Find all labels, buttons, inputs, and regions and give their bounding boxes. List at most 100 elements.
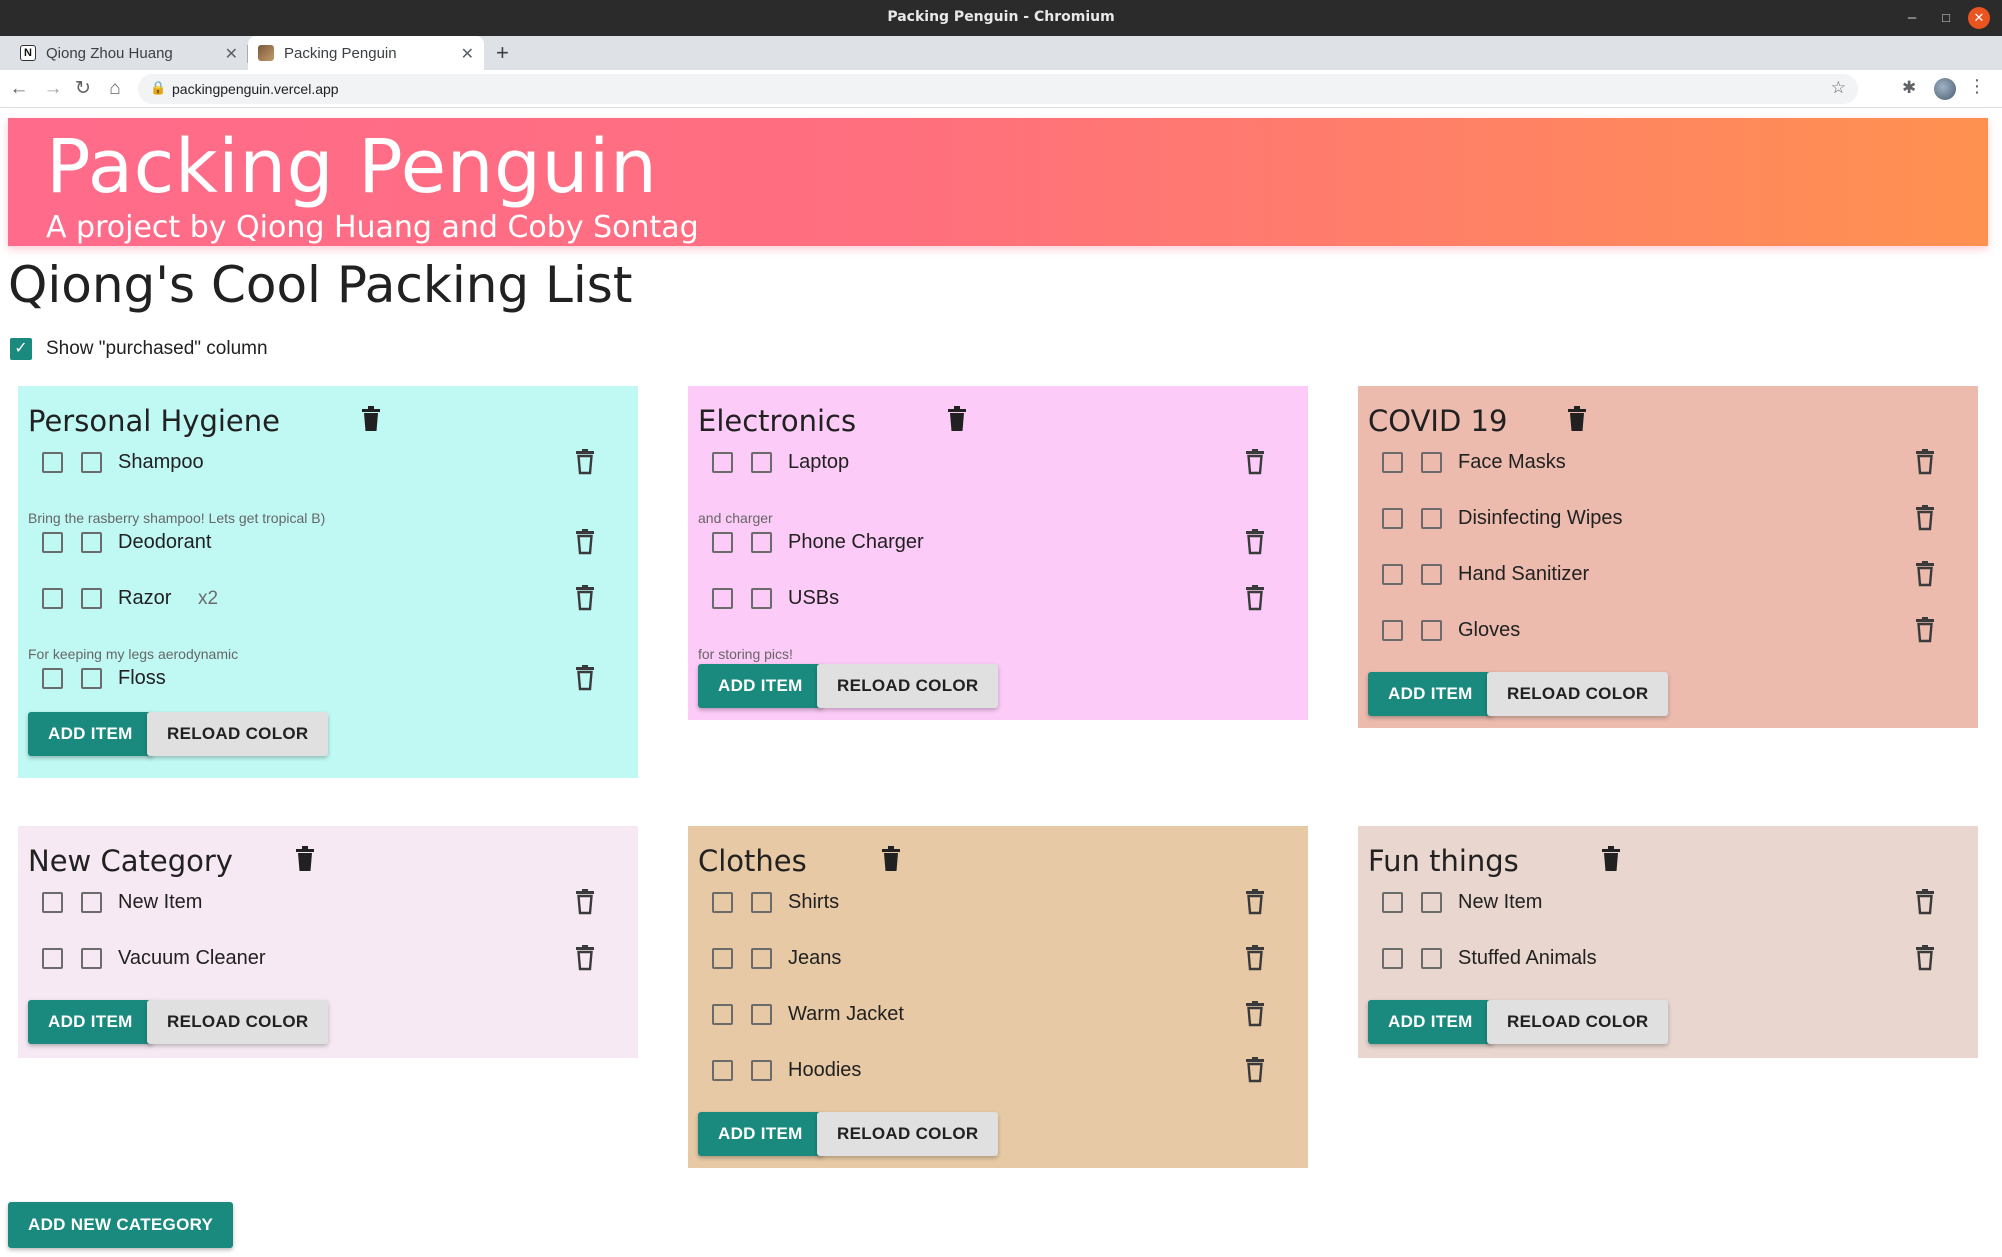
purchased-checkbox[interactable] [1421,508,1442,529]
reload-color-button[interactable]: RELOAD COLOR [147,1000,329,1044]
purchased-checkbox[interactable] [751,892,772,913]
delete-item-trash-icon[interactable] [1244,449,1266,475]
item-name[interactable]: New Item [118,891,202,914]
home-icon[interactable]: ⌂ [102,76,128,102]
item-name[interactable]: Hoodies [788,1059,861,1082]
delete-category-trash-icon[interactable] [360,406,382,432]
delete-item-trash-icon[interactable] [1914,505,1936,531]
purchased-checkbox[interactable] [751,1060,772,1081]
delete-item-trash-icon[interactable] [1244,1057,1266,1083]
item-name[interactable]: Jeans [788,947,841,970]
purchased-checkbox[interactable] [751,588,772,609]
packed-checkbox[interactable] [712,452,733,473]
delete-item-trash-icon[interactable] [1244,529,1266,555]
add-item-button[interactable]: ADD ITEM [698,664,823,708]
item-name[interactable]: Deodorant [118,531,211,554]
item-name[interactable]: Disinfecting Wipes [1458,507,1623,530]
packed-checkbox[interactable] [712,532,733,553]
add-item-button[interactable]: ADD ITEM [1368,672,1493,716]
add-item-button[interactable]: ADD ITEM [28,712,153,756]
item-name[interactable]: New Item [1458,891,1542,914]
address-bar[interactable]: 🔒 packingpenguin.vercel.app ☆ [138,74,1858,104]
purchased-checkbox[interactable] [1421,892,1442,913]
packed-checkbox[interactable] [1382,948,1403,969]
packed-checkbox[interactable] [1382,564,1403,585]
close-tab-icon[interactable]: ✕ [461,44,474,64]
delete-item-trash-icon[interactable] [1914,889,1936,915]
purchased-checkbox[interactable] [751,532,772,553]
delete-item-trash-icon[interactable] [1244,945,1266,971]
delete-item-trash-icon[interactable] [574,529,596,555]
purchased-checkbox[interactable] [1421,452,1442,473]
delete-item-trash-icon[interactable] [1244,889,1266,915]
item-name[interactable]: Face Masks [1458,451,1566,474]
close-tab-icon[interactable]: ✕ [225,44,238,64]
item-name[interactable]: Shampoo [118,451,204,474]
tab-packing-penguin[interactable]: Packing Penguin ✕ [248,36,484,70]
purchased-checkbox[interactable] [1421,948,1442,969]
delete-item-trash-icon[interactable] [574,665,596,691]
delete-item-trash-icon[interactable] [1914,561,1936,587]
packed-checkbox[interactable] [712,1004,733,1025]
packed-checkbox[interactable] [712,588,733,609]
delete-category-trash-icon[interactable] [1600,846,1622,872]
delete-item-trash-icon[interactable] [1914,945,1936,971]
packed-checkbox[interactable] [712,948,733,969]
reload-icon[interactable]: ↻ [70,76,96,102]
packed-checkbox[interactable] [712,1060,733,1081]
item-name[interactable]: Vacuum Cleaner [118,947,265,970]
packed-checkbox[interactable] [1382,452,1403,473]
delete-category-trash-icon[interactable] [880,846,902,872]
purchased-checkbox[interactable] [751,948,772,969]
back-arrow-icon[interactable]: ← [6,76,32,102]
packed-checkbox[interactable] [712,892,733,913]
bookmark-star-icon[interactable]: ☆ [1831,78,1846,98]
purchased-checkbox[interactable] [81,452,102,473]
purchased-checkbox[interactable] [81,668,102,689]
item-name[interactable]: Razor [118,587,171,610]
extensions-puzzle-icon[interactable]: ✱ [1902,78,1916,98]
item-name[interactable]: Phone Charger [788,531,924,554]
kebab-menu-icon[interactable]: ⋮ [1968,76,1986,97]
item-name[interactable]: Floss [118,667,166,690]
packed-checkbox[interactable] [42,532,63,553]
reload-color-button[interactable]: RELOAD COLOR [147,712,329,756]
add-item-button[interactable]: ADD ITEM [1368,1000,1493,1044]
purchased-checkbox[interactable] [1421,620,1442,641]
packed-checkbox[interactable] [42,668,63,689]
item-name[interactable]: Stuffed Animals [1458,947,1597,970]
delete-category-trash-icon[interactable] [1566,406,1588,432]
show-purchased-toggle[interactable]: ✓ Show "purchased" column [10,338,268,360]
forward-arrow-icon[interactable]: → [40,76,66,102]
delete-item-trash-icon[interactable] [1244,585,1266,611]
delete-item-trash-icon[interactable] [574,585,596,611]
tab-qiong-zhou-huang[interactable]: N Qiong Zhou Huang ✕ [8,36,248,70]
reload-color-button[interactable]: RELOAD COLOR [817,664,999,708]
packed-checkbox[interactable] [42,452,63,473]
item-name[interactable]: Laptop [788,451,849,474]
reload-color-button[interactable]: RELOAD COLOR [817,1112,999,1156]
packed-checkbox[interactable] [42,588,63,609]
packed-checkbox[interactable] [1382,508,1403,529]
checkbox-checked-icon[interactable]: ✓ [10,338,32,360]
profile-avatar[interactable] [1934,78,1956,100]
add-new-category-button[interactable]: ADD NEW CATEGORY [8,1202,234,1248]
delete-category-trash-icon[interactable] [294,846,316,872]
minimize-icon[interactable]: – [1900,6,1924,30]
item-name[interactable]: Shirts [788,891,839,914]
item-name[interactable]: Hand Sanitizer [1458,563,1589,586]
delete-item-trash-icon[interactable] [574,945,596,971]
packed-checkbox[interactable] [42,892,63,913]
maximize-icon[interactable]: □ [1934,6,1958,30]
close-window-icon[interactable]: ✕ [1968,7,1990,29]
purchased-checkbox[interactable] [81,948,102,969]
item-name[interactable]: Warm Jacket [788,1003,904,1026]
reload-color-button[interactable]: RELOAD COLOR [1487,672,1669,716]
delete-item-trash-icon[interactable] [574,889,596,915]
purchased-checkbox[interactable] [81,532,102,553]
packed-checkbox[interactable] [1382,892,1403,913]
purchased-checkbox[interactable] [751,452,772,473]
delete-item-trash-icon[interactable] [1244,1001,1266,1027]
purchased-checkbox[interactable] [81,892,102,913]
purchased-checkbox[interactable] [751,1004,772,1025]
